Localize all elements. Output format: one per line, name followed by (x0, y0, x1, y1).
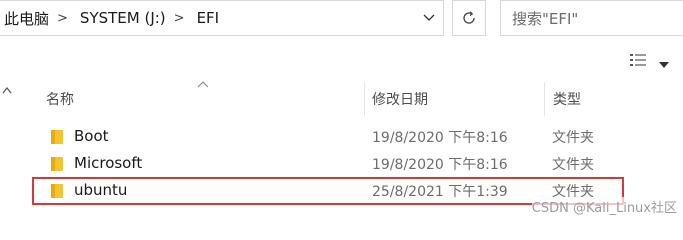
column-headers: 名称 修改日期 类型 (0, 82, 683, 116)
column-header-date[interactable]: 修改日期 (372, 82, 428, 116)
file-date: 19/8/2020 下午8:16 (372, 157, 508, 173)
column-header-type[interactable]: 类型 (553, 82, 581, 116)
file-type: 文件夹 (552, 157, 594, 173)
folder-icon (51, 157, 63, 171)
list-item[interactable]: Microsoft 19/8/2020 下午8:16 文件夹 (32, 151, 624, 177)
refresh-button[interactable] (452, 0, 486, 36)
file-explorer-window: 此电脑 > SYSTEM (J:) > EFI 搜索"EFI" 名称 修改日期 … (0, 0, 683, 222)
watermark: CSDN @Kali_Linux社区 (531, 197, 677, 216)
breadcrumb-this-pc[interactable]: 此电脑 (0, 8, 49, 29)
column-divider[interactable] (364, 82, 365, 116)
refresh-icon (463, 11, 475, 24)
column-header-name[interactable]: 名称 (46, 82, 74, 116)
caret-down-icon[interactable] (659, 53, 669, 72)
list-item[interactable]: Boot 19/8/2020 下午8:16 文件夹 (32, 124, 624, 150)
folder-icon (51, 130, 63, 144)
address-bar[interactable]: 此电脑 > SYSTEM (J:) > EFI (0, 0, 444, 36)
view-toolbar (629, 50, 669, 74)
details-view-icon[interactable] (629, 52, 647, 72)
search-input[interactable]: 搜索"EFI" (500, 0, 683, 36)
breadcrumb-efi[interactable]: EFI (193, 9, 220, 27)
chevron-down-icon[interactable] (415, 1, 443, 35)
file-name: Microsoft (74, 154, 143, 172)
breadcrumb-separator: > (173, 10, 185, 26)
file-type: 文件夹 (552, 130, 594, 146)
breadcrumb-separator: > (57, 10, 68, 26)
file-name: Boot (74, 127, 109, 145)
breadcrumb-drive[interactable]: SYSTEM (J:) (76, 9, 166, 27)
file-date: 19/8/2020 下午8:16 (372, 130, 508, 146)
column-divider[interactable] (544, 82, 545, 116)
